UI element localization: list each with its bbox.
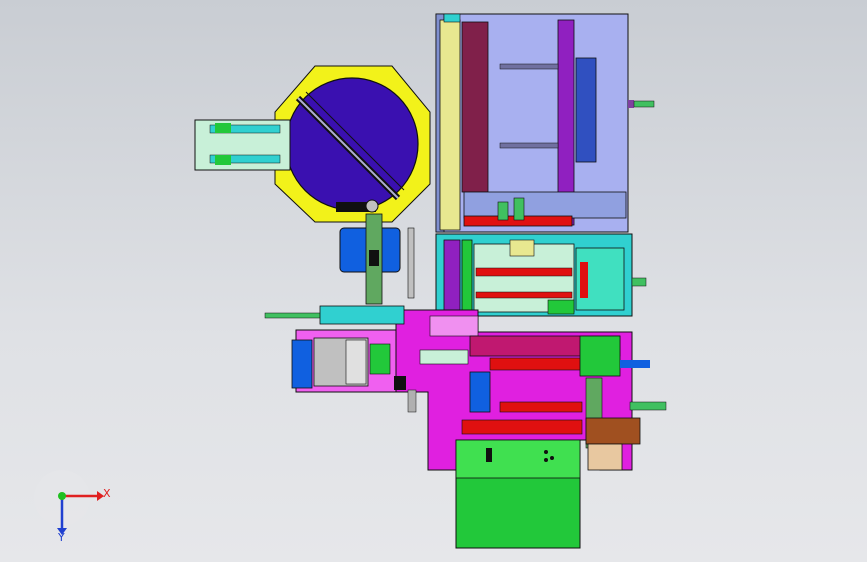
upper-frame-assembly <box>435 13 655 233</box>
left-cylinder <box>264 305 417 413</box>
bottom-green-box <box>455 439 581 549</box>
coordinate-triad: X Y <box>34 470 111 544</box>
y-axis-label: Y <box>57 531 65 544</box>
origin-marker <box>58 492 66 500</box>
x-axis-label: X <box>103 487 111 500</box>
cad-viewport[interactable]: X Y <box>0 0 867 562</box>
vertical-slide-assembly <box>339 213 415 305</box>
rotary-disc-assembly <box>194 65 431 223</box>
middle-mechanism <box>435 233 647 317</box>
